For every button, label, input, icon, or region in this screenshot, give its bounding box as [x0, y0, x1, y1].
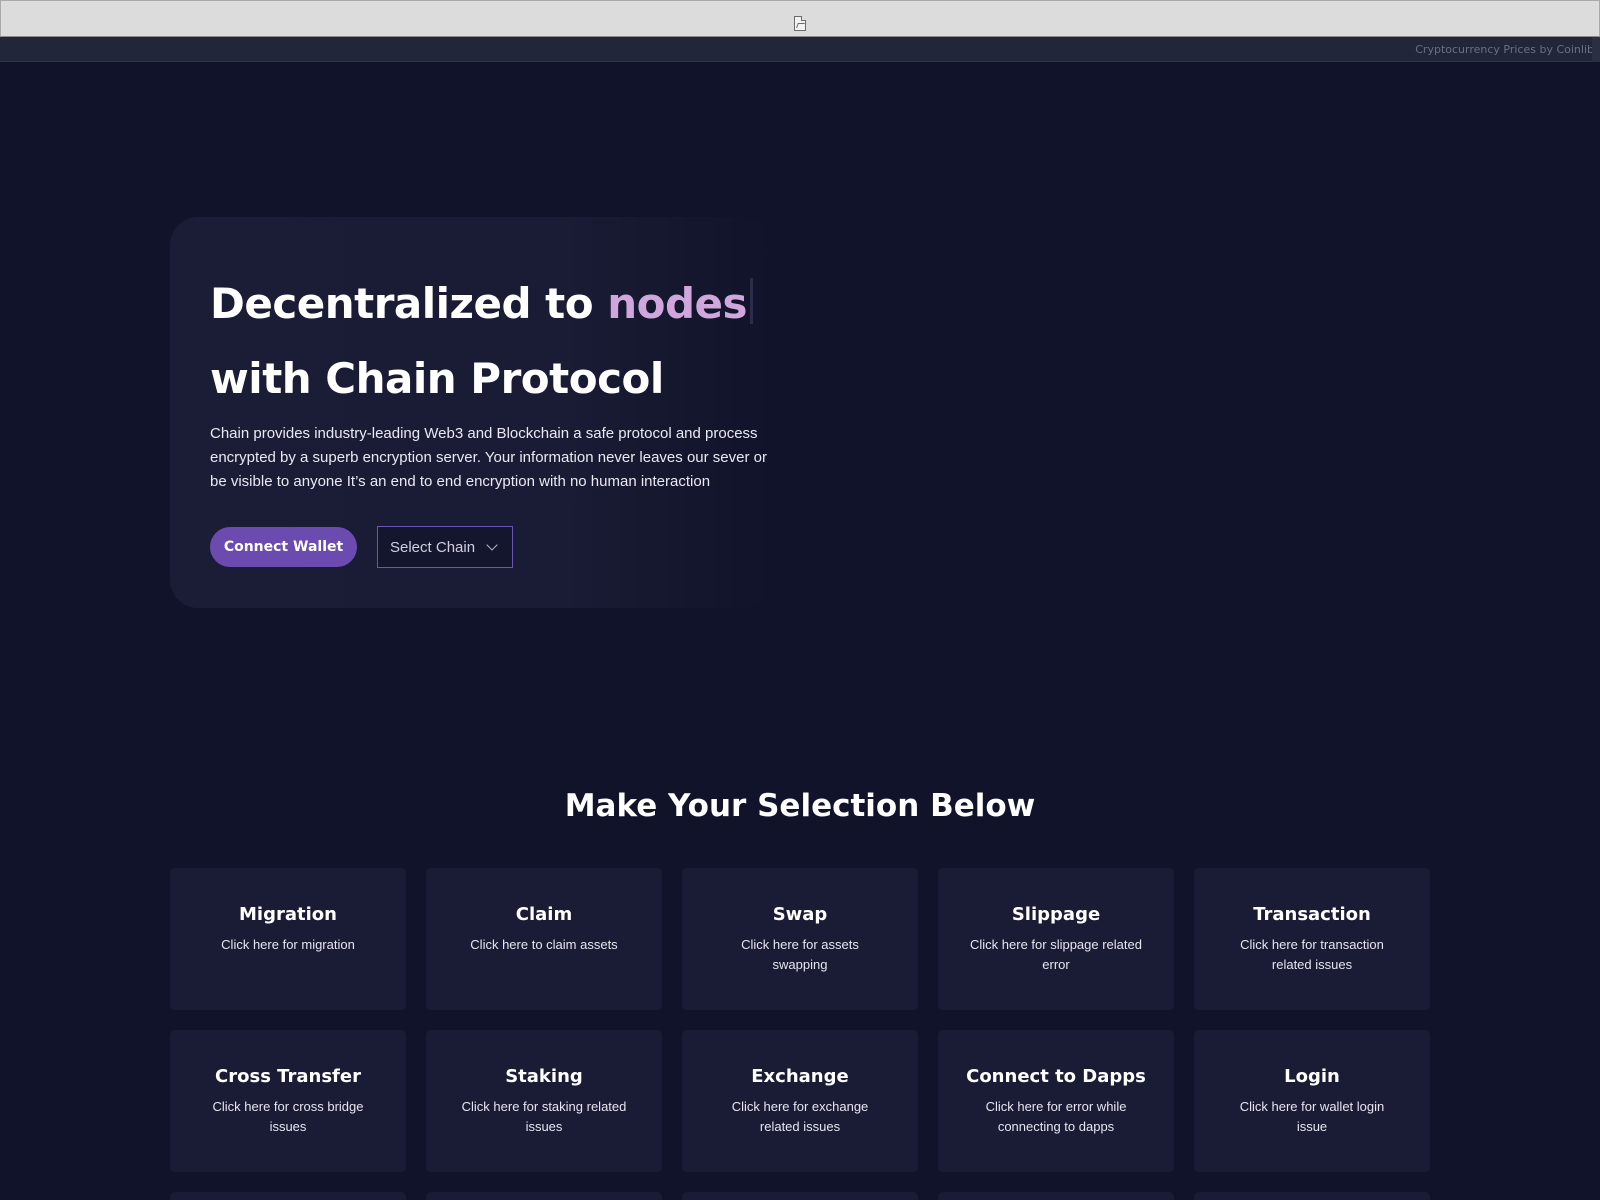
- card-title: Cross Transfer: [215, 1066, 361, 1087]
- embedded-frame: [0, 0, 1600, 37]
- card-migration[interactable]: Migration Click here for migration: [170, 868, 406, 1010]
- price-ticker-widget: Cryptocurrency Prices by Coinlib: [0, 37, 1600, 62]
- card-title: Transaction: [1253, 904, 1371, 925]
- card-title: Exchange: [751, 1066, 849, 1087]
- card-login[interactable]: Login Click here for wallet login issue: [1194, 1030, 1430, 1172]
- card-description: Click here for transaction related issue…: [1240, 937, 1384, 972]
- card-claim[interactable]: Claim Click here to claim assets: [426, 868, 662, 1010]
- selection-grid-next-row: [170, 1192, 1432, 1200]
- card-description: Click here for assets swapping: [741, 937, 859, 972]
- card-partial[interactable]: [682, 1192, 918, 1200]
- card-description: Click here for wallet login issue: [1239, 1099, 1385, 1134]
- selection-grid: Migration Click here for migration Claim…: [170, 868, 1432, 1172]
- hero-title-line2: with Chain Protocol: [210, 354, 664, 403]
- hero-title-prefix: Decentralized to: [210, 279, 608, 328]
- card-slippage[interactable]: Slippage Click here for slippage related…: [938, 868, 1174, 1010]
- card-title: Connect to Dapps: [966, 1066, 1146, 1087]
- typing-caret: [750, 278, 754, 324]
- card-partial[interactable]: [1194, 1192, 1430, 1200]
- card-description: Click here for exchange related issues: [731, 1099, 869, 1134]
- card-title: Claim: [515, 904, 573, 925]
- chevron-down-icon: [486, 539, 498, 551]
- card-partial[interactable]: [426, 1192, 662, 1200]
- scrollbar[interactable]: [1592, 37, 1600, 62]
- card-partial[interactable]: [170, 1192, 406, 1200]
- card-cross-transfer[interactable]: Cross Transfer Click here for cross brid…: [170, 1030, 406, 1172]
- card-description: Click here to claim assets: [470, 937, 618, 952]
- card-staking[interactable]: Staking Click here for staking related i…: [426, 1030, 662, 1172]
- card-transaction[interactable]: Transaction Click here for transaction r…: [1194, 868, 1430, 1010]
- section-title: Make Your Selection Below: [564, 788, 1036, 824]
- select-chain-dropdown[interactable]: Select Chain: [377, 526, 513, 568]
- broken-image-icon: [794, 16, 806, 31]
- card-connect-to-dapps[interactable]: Connect to Dapps Click here for error wh…: [938, 1030, 1174, 1172]
- card-description: Click here for error while connecting to…: [985, 1099, 1127, 1134]
- card-description: Click here for slippage related error: [970, 937, 1142, 972]
- connect-wallet-button[interactable]: Connect Wallet: [210, 527, 357, 567]
- card-title: Migration: [239, 904, 337, 925]
- select-chain-label: Select Chain: [390, 538, 476, 556]
- card-exchange[interactable]: Exchange Click here for exchange related…: [682, 1030, 918, 1172]
- card-title: Slippage: [1011, 904, 1101, 925]
- hero-title-accent: nodes: [607, 279, 748, 328]
- ticker-credit-link[interactable]: Cryptocurrency Prices by Coinlib: [1415, 43, 1594, 56]
- hero-description: Chain provides industry-leading Web3 and…: [210, 425, 767, 490]
- card-description: Click here for staking related issues: [461, 1099, 627, 1134]
- card-title: Login: [1284, 1066, 1340, 1087]
- card-partial[interactable]: [938, 1192, 1174, 1200]
- card-title: Staking: [505, 1066, 583, 1087]
- page: Cryptocurrency Prices by Coinlib Decentr…: [0, 0, 1600, 1200]
- card-description: Click here for cross bridge issues: [212, 1099, 364, 1134]
- hero-title: Decentralized to nodes with Chain Protoc…: [210, 266, 754, 416]
- card-title: Swap: [772, 904, 828, 925]
- card-description: Click here for migration: [221, 937, 355, 952]
- card-swap[interactable]: Swap Click here for assets swapping: [682, 868, 918, 1010]
